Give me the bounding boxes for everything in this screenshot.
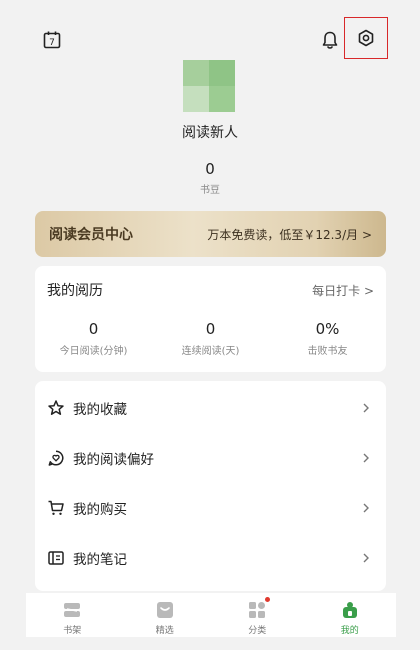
menu-item-label: 我的阅读偏好 [73,452,154,468]
settings-icon[interactable] [344,17,388,59]
stat-label: 今日阅读(分钟) [59,346,128,357]
stat-label: 击败书友 [307,346,348,357]
username[interactable]: 阅读新人 [0,122,420,142]
chevron-right-icon: > [361,227,372,242]
stat-streak-days[interactable]: 0 连续阅读(天) [152,320,269,357]
heart-chat-icon [47,449,65,467]
stat-beat-friends[interactable]: 0% 击败书友 [269,320,386,357]
menu-item-label: 我的购买 [73,502,127,518]
vip-offer: 万本免费读，低至￥12.3/月 > [207,226,372,243]
stat-today-minutes[interactable]: 0 今日阅读(分钟) [35,320,152,357]
daily-checkin-link[interactable]: 每日打卡 > [312,282,374,299]
notebook-icon [47,549,65,567]
menu-item-favorites[interactable]: 我的收藏 [35,383,386,433]
menu-item-label: 我的收藏 [73,402,127,418]
menu-item-purchases[interactable]: 我的购买 [35,483,386,533]
tab-label: 精选 [155,626,174,636]
avatar[interactable] [183,60,235,112]
reading-history-title: 我的阅历 [47,283,103,299]
vip-offer-text: 万本免费读，低至￥12.3/月 [207,227,359,242]
menu-item-reading-preference[interactable]: 我的阅读偏好 [35,433,386,483]
chevron-right-icon [363,403,369,413]
tab-label: 我的 [340,626,359,636]
tab-category[interactable]: 分类 [211,593,304,637]
chevron-right-icon: > [363,283,374,298]
vip-title: 阅读会员中心 [49,227,133,243]
beans-label: 书豆 [200,185,220,196]
stat-value: 0 [205,320,216,338]
cart-icon [47,499,65,517]
tab-bookshelf[interactable]: 书架 [26,593,119,637]
reading-history-card: 我的阅历 每日打卡 > 0 今日阅读(分钟) 0 连续阅读(天) 0% 击败书友 [35,266,386,372]
stat-label: 连续阅读(天) [181,346,240,357]
beans-count[interactable]: 0 [0,160,420,178]
stat-value: 0% [315,320,340,338]
menu-item-notes[interactable]: 我的笔记 [35,533,386,583]
tab-label: 书架 [63,626,82,636]
calendar-day: 7 [49,38,55,48]
bell-icon[interactable] [316,26,344,54]
reading-stats: 0 今日阅读(分钟) 0 连续阅读(天) 0% 击败书友 [35,320,386,357]
tab-featured[interactable]: 精选 [119,593,212,637]
bookshelf-icon [62,600,82,620]
menu-card: 我的收藏 我的阅读偏好 我的购买 我的笔记 [35,381,386,591]
chevron-right-icon [363,453,369,463]
bottom-tab-bar: 书架 精选 分类 我的 [26,593,396,637]
category-icon [247,597,271,620]
star-icon [47,399,65,417]
menu-item-label: 我的笔记 [73,552,127,568]
calendar-icon[interactable]: 7 [38,26,66,54]
tab-profile[interactable]: 我的 [304,593,397,637]
daily-checkin-label: 每日打卡 [312,283,361,298]
tab-label: 分类 [248,626,267,636]
stat-value: 0 [88,320,99,338]
vip-center-banner[interactable]: 阅读会员中心 万本免费读，低至￥12.3/月 > [35,211,386,257]
featured-icon [155,600,175,620]
chevron-right-icon [363,553,369,563]
profile-icon [340,600,360,620]
chevron-right-icon [363,503,369,513]
notification-badge [265,597,271,602]
